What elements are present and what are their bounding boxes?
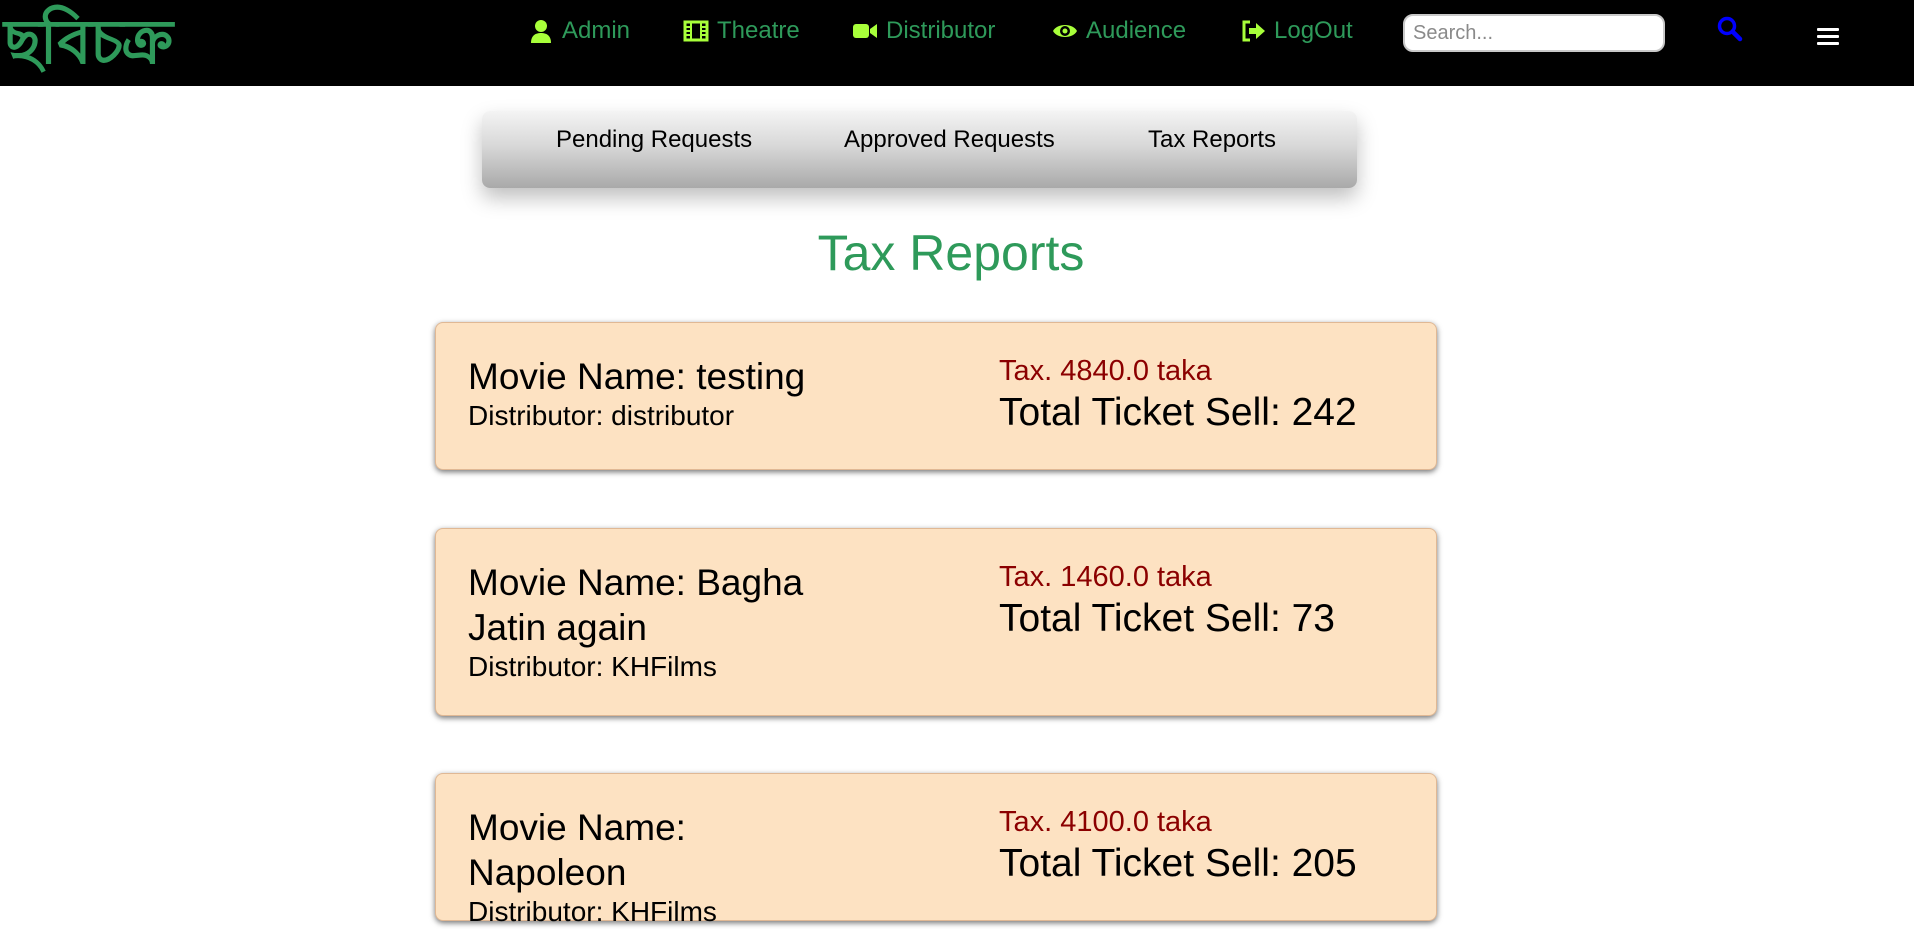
page-title: Tax Reports bbox=[817, 225, 1085, 281]
search-button[interactable] bbox=[1716, 15, 1744, 43]
nav-logout-label: LogOut bbox=[1274, 17, 1353, 44]
movie-name: Movie Name: Bagha Jatin again bbox=[468, 562, 804, 648]
nav-logout[interactable]: LogOut bbox=[1240, 14, 1353, 48]
tab-approved-requests[interactable]: Approved Requests bbox=[844, 125, 1055, 155]
tab-tax-reports[interactable]: Tax Reports bbox=[1148, 125, 1276, 155]
nav-audience-label: Audience bbox=[1086, 17, 1187, 44]
tax-amount: Tax. 4840.0 taka bbox=[999, 355, 1212, 387]
search-icon bbox=[1717, 16, 1743, 42]
distributor-name: Distributor: KHFilms bbox=[468, 651, 717, 682]
search-input[interactable] bbox=[1403, 14, 1665, 52]
eye-icon bbox=[1052, 18, 1078, 44]
nav-distributor[interactable]: Distributor bbox=[852, 14, 995, 48]
nav-admin-label: Admin bbox=[562, 17, 631, 44]
logout-icon bbox=[1240, 18, 1266, 44]
user-icon bbox=[528, 18, 554, 44]
movie-name: Movie Name: Napoleon bbox=[468, 807, 686, 893]
tax-report-card: Movie Name: Bagha Jatin again Distributo… bbox=[435, 528, 1437, 716]
nav-admin[interactable]: Admin bbox=[528, 14, 630, 48]
total-ticket-sell: Total Ticket Sell: 73 bbox=[999, 597, 1335, 640]
tab-pending-requests[interactable]: Pending Requests bbox=[556, 125, 752, 155]
admin-subnav: Pending Requests Approved Requests Tax R… bbox=[482, 111, 1357, 188]
total-ticket-sell: Total Ticket Sell: 205 bbox=[999, 842, 1357, 885]
movie-name: Movie Name: testing bbox=[468, 356, 806, 397]
site-logo[interactable]: ছবিচক্র bbox=[4, 2, 173, 82]
tax-report-card: Movie Name: Napoleon Distributor: KHFilm… bbox=[435, 773, 1437, 927]
total-ticket-sell: Total Ticket Sell: 242 bbox=[999, 391, 1357, 434]
nav-theatre[interactable]: Theatre bbox=[683, 14, 800, 48]
distributor-name: Distributor: distributor bbox=[468, 400, 735, 431]
tax-amount: Tax. 4100.0 taka bbox=[999, 806, 1212, 838]
top-navbar: ছবিচক্র Admin Theatre Distributor Audien… bbox=[0, 0, 1914, 86]
distributor-name: Distributor: KHFilms bbox=[468, 896, 717, 927]
video-camera-icon bbox=[852, 18, 878, 44]
tax-amount: Tax. 1460.0 taka bbox=[999, 561, 1212, 593]
nav-audience[interactable]: Audience bbox=[1052, 14, 1186, 48]
nav-theatre-label: Theatre bbox=[717, 17, 800, 44]
tax-report-card: Movie Name: testing Distributor: distrib… bbox=[435, 322, 1437, 470]
film-icon bbox=[683, 18, 709, 44]
hamburger-menu-icon[interactable] bbox=[1817, 28, 1839, 50]
nav-distributor-label: Distributor bbox=[886, 17, 996, 44]
